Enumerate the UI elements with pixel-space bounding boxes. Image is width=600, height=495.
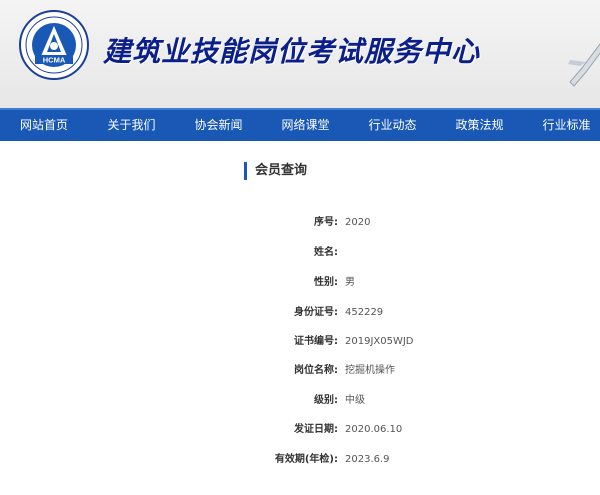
nav-item-industry-news[interactable]: 行业动态 [349, 110, 436, 141]
main-nav: 网站首页 关于我们 协会新闻 网络课堂 行业动态 政策法规 行业标准 [0, 108, 600, 141]
section-title: 会员查询 [244, 162, 307, 180]
nav-item-news[interactable]: 协会新闻 [175, 110, 262, 141]
site-title: 建筑业技能岗位考试服务中心 [103, 35, 481, 68]
field-label: 证书编号: [294, 336, 338, 347]
nav-item-home[interactable]: 网站首页 [0, 110, 88, 141]
plane-icon [568, 43, 600, 87]
field-value: 2020.06.10 [345, 424, 403, 435]
field-value: 2019JX05WJD [345, 336, 414, 347]
svg-text:HCMA: HCMA [43, 56, 66, 65]
field-value: 2020 [345, 217, 371, 228]
field-row-position: 岗位名称: 挖掘机操作 [0, 362, 600, 380]
nav-item-about[interactable]: 关于我们 [88, 110, 175, 141]
site-header: HCMA 建筑业技能岗位考试服务中心 [0, 0, 600, 108]
field-label: 身份证号: [294, 307, 338, 318]
field-label: 姓名: [314, 247, 338, 258]
field-value: 2023.6.9 [345, 454, 390, 465]
field-label: 有效期(年检): [274, 454, 338, 465]
nav-item-online-class[interactable]: 网络课堂 [262, 110, 349, 141]
field-row-validity: 有效期(年检): 2023.6.9 [0, 451, 600, 469]
field-row-certificate-number: 证书编号: 2019JX05WJD [0, 333, 600, 351]
field-row-serial: 序号: 2020 [0, 214, 600, 232]
field-value: 挖掘机操作 [345, 365, 395, 376]
field-label: 发证日期: [294, 424, 338, 435]
field-row-gender: 性别: 男 [0, 274, 600, 292]
field-label: 性别: [314, 277, 338, 288]
field-value: 452229 [345, 307, 384, 318]
field-value: 男 [345, 277, 355, 288]
field-row-level: 级别: 中级 [0, 392, 600, 410]
field-label: 序号: [314, 217, 338, 228]
nav-item-standards[interactable]: 行业标准 [523, 110, 600, 141]
hcma-logo[interactable]: HCMA [19, 10, 89, 80]
field-row-issue-date: 发证日期: 2020.06.10 [0, 421, 600, 439]
field-label: 级别: [314, 395, 338, 406]
nav-item-policy[interactable]: 政策法规 [436, 110, 523, 141]
field-value: 中级 [345, 395, 365, 406]
field-row-name: 姓名: [0, 244, 600, 262]
main-content: 会员查询 序号: 2020 姓名: 性别: 男 身份证号: 452229 证书编… [0, 141, 600, 495]
field-row-id-number: 身份证号: 452229 [0, 304, 600, 322]
field-label: 岗位名称: [294, 365, 338, 376]
